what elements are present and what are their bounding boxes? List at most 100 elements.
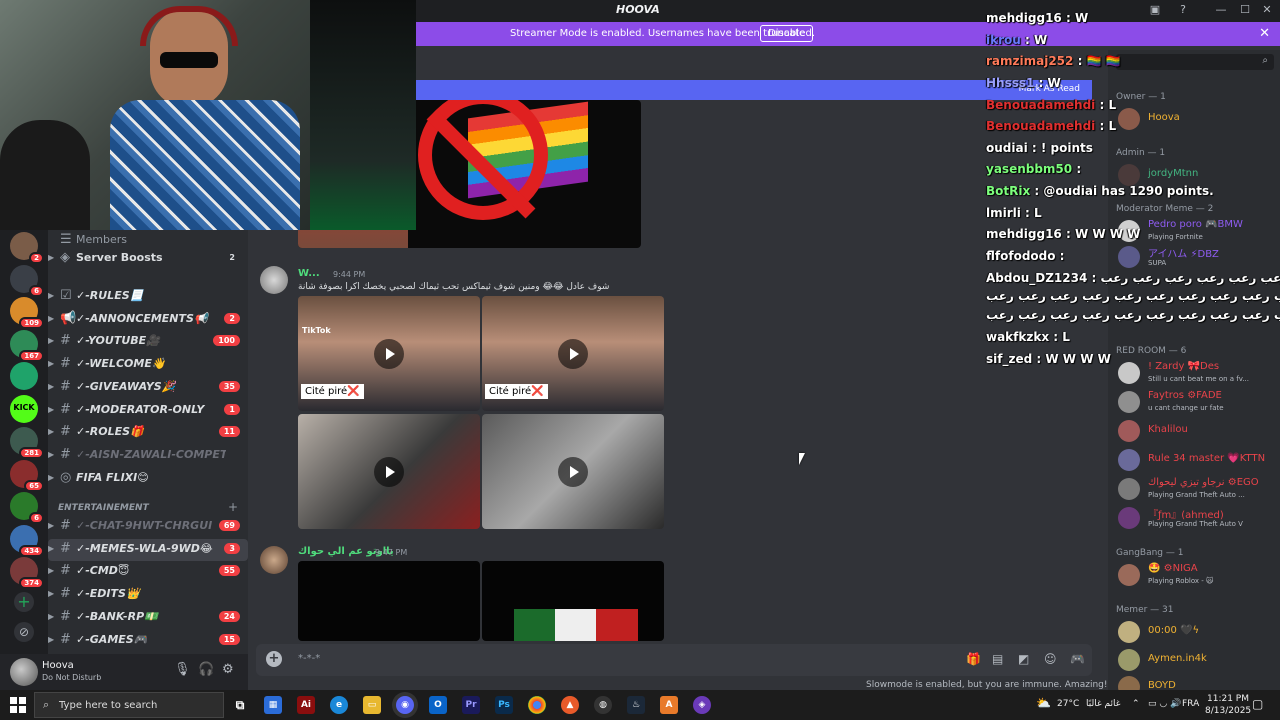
member-item[interactable]: Faytros ⚙FADE u cant change ur fate <box>1114 389 1278 415</box>
server-icon[interactable]: 109 <box>10 297 44 329</box>
obs-icon[interactable]: ◍ <box>594 696 612 714</box>
channel-item[interactable]: ▶ # ✓-CMD😇 55 <box>48 561 248 583</box>
play-icon[interactable] <box>558 338 588 369</box>
avatar[interactable] <box>260 546 288 574</box>
video-attachment[interactable] <box>298 414 480 529</box>
channel-item[interactable]: ▶ ◎ FIFA FLIXI😊 <box>48 468 248 490</box>
message-input[interactable]: *-*-* <box>298 653 320 664</box>
channel-item[interactable]: ▶ ☑ ✓-RULES📃 <box>48 286 248 308</box>
channel-item[interactable]: ▶ # ✓-GIVEAWAYS🎉 35 <box>48 377 248 399</box>
close-window-button[interactable]: ✕ <box>1258 3 1276 19</box>
server-icon[interactable]: 167 <box>10 329 44 362</box>
search-input[interactable]: ⌕ <box>1116 54 1274 70</box>
close-icon[interactable]: ✕ <box>1259 26 1270 41</box>
store-icon[interactable]: ▦ <box>264 696 282 714</box>
discord-icon[interactable]: ◉ <box>396 696 414 714</box>
member-item[interactable]: 00:00 🖤ϟ <box>1114 619 1278 645</box>
twitch-icon[interactable]: ◈ <box>693 696 711 714</box>
sticker-icon[interactable]: ◩ <box>1018 652 1029 666</box>
channel-item[interactable]: ▶ # ✓-GAMES🎮 15 <box>48 630 248 652</box>
steam-icon[interactable]: ♨ <box>627 696 645 714</box>
channel-item[interactable]: ▶ # ✓-YOUTUBE🎥 100 <box>48 331 248 353</box>
channel-item[interactable]: ▶ # ✓-ROLES🎁 11 <box>48 422 248 444</box>
edge-icon[interactable]: e <box>330 696 348 714</box>
settings-gear-icon[interactable]: ⚙ <box>222 662 234 677</box>
app-icon[interactable]: A <box>660 696 678 714</box>
category-header[interactable]: ENTERTAINEMENT <box>58 503 149 513</box>
message-author[interactable]: W... <box>298 268 320 279</box>
chrome-icon[interactable] <box>528 696 546 714</box>
notifications-icon[interactable]: ▢ <box>1252 697 1263 711</box>
video-attachment[interactable]: Cité piré❌ <box>482 296 664 411</box>
server-icon[interactable]: 2 <box>10 232 44 264</box>
tray-chevron-icon[interactable]: ⌃ <box>1132 699 1140 709</box>
add-server-icon[interactable]: + <box>14 592 34 612</box>
image-attachment[interactable] <box>482 561 664 641</box>
member-group-header[interactable]: GangBang — 1 <box>1116 548 1183 558</box>
image-attachment[interactable] <box>298 561 480 641</box>
member-group-header[interactable]: RED ROOM — 6 <box>1116 346 1186 356</box>
emoji-icon[interactable]: ☺ <box>1044 652 1057 666</box>
play-icon[interactable] <box>558 456 588 487</box>
premiere-icon[interactable]: Pr <box>462 696 480 714</box>
task-view-icon[interactable]: ⧉ <box>231 696 249 714</box>
channel-item[interactable]: ▶ # ✓-AISN-ZAWALI-COMPETE... <box>48 445 248 467</box>
play-icon[interactable] <box>374 338 404 369</box>
channel-item[interactable]: ▶ # ✓-EDITS👑 <box>48 584 248 606</box>
server-icon[interactable]: 281 <box>10 427 44 459</box>
channel-item[interactable]: ▶ # ✓-MODERATOR-ONLY 1 <box>48 400 248 422</box>
disable-streamer-mode-button[interactable]: Disable <box>760 25 814 42</box>
windows-start-icon[interactable] <box>10 697 26 713</box>
weather-temp[interactable]: 27°C <box>1057 699 1079 709</box>
server-icon[interactable]: 6 <box>10 264 44 297</box>
server-icon[interactable]: 374 <box>10 557 44 589</box>
illustrator-icon[interactable]: Ai <box>297 696 315 714</box>
member-item[interactable]: Hoova <box>1114 106 1278 132</box>
network-icon[interactable]: ▭ ◡ 🔊 <box>1148 699 1181 709</box>
minimize-button[interactable]: — <box>1212 3 1230 19</box>
member-item[interactable]: Aymen.in4k <box>1114 647 1278 673</box>
taskbar-search-input[interactable]: Type here to search <box>59 700 157 711</box>
maximize-button[interactable]: ☐ <box>1236 3 1254 19</box>
language-indicator[interactable]: FRA <box>1182 699 1199 709</box>
play-icon[interactable] <box>374 456 404 487</box>
apps-icon[interactable]: 🎮 <box>1070 652 1085 666</box>
member-item[interactable]: アイハム ⚡DBZ SUPA <box>1114 244 1278 270</box>
server-icon[interactable]: 434 <box>10 524 44 557</box>
add-channel-icon[interactable]: + <box>228 500 238 514</box>
video-attachment[interactable] <box>482 414 664 529</box>
member-group-header[interactable]: Moderator Meme — 2 <box>1116 204 1213 214</box>
server-icon[interactable]: 6 <box>10 492 44 524</box>
member-item[interactable]: 🤩 ⚙NIGA Playing Roblox - 🙀 <box>1114 562 1278 588</box>
outlook-icon[interactable]: O <box>429 696 447 714</box>
server-icon[interactable] <box>10 362 38 390</box>
discover-icon[interactable]: ⊘ <box>14 622 34 642</box>
channel-item[interactable]: ▶ # ✓-CHAT-9HWT-CHRGUI 69 <box>48 516 248 538</box>
member-item[interactable]: نرجاو تيزي ليحواك ⚙EGO Playing Grand Thef… <box>1114 476 1278 502</box>
clock-time[interactable]: 11:21 PM <box>1207 694 1249 704</box>
add-attachment-icon[interactable]: + <box>266 651 282 667</box>
channel-item[interactable]: ▶ # ✓-WELCOME👋 <box>48 354 248 376</box>
server-boosts-link[interactable]: ▶ ◈ Server Boosts 2 <box>48 248 248 270</box>
channel-item[interactable]: ▶ # ✓-BANK-RP💵 24 <box>48 607 248 629</box>
microphone-icon[interactable]: 🎙 <box>174 662 191 677</box>
username[interactable]: Hoova <box>42 660 74 671</box>
headphones-icon[interactable]: 🎧 <box>198 662 214 677</box>
member-group-header[interactable]: Owner — 1 <box>1116 92 1166 102</box>
member-item[interactable]: Khalilou <box>1114 418 1278 444</box>
member-group-header[interactable]: Admin — 1 <box>1116 148 1165 158</box>
weather-icon[interactable]: ⛅ <box>1036 696 1051 710</box>
server-icon[interactable]: KICK <box>10 394 38 423</box>
avatar[interactable] <box>260 266 288 294</box>
member-item[interactable]: 『ƒm』(ahmed) Playing Grand Theft Auto V <box>1114 505 1278 531</box>
member-group-header[interactable]: Memer — 31 <box>1116 605 1173 615</box>
server-icon[interactable]: 65 <box>10 459 44 492</box>
photoshop-icon[interactable]: Ps <box>495 696 513 714</box>
inbox-icon[interactable]: ▣ <box>1146 3 1164 19</box>
member-item[interactable]: ! Zardy 🎀Des Still u cant beat me on a fv… <box>1114 360 1278 386</box>
avatar[interactable] <box>10 658 38 686</box>
brave-icon[interactable]: ▲ <box>561 696 579 714</box>
gif-icon[interactable]: ▤ <box>992 652 1003 666</box>
taskbar-search[interactable]: ⌕ Type here to search <box>34 692 224 718</box>
gift-icon[interactable]: 🎁 <box>966 652 981 666</box>
